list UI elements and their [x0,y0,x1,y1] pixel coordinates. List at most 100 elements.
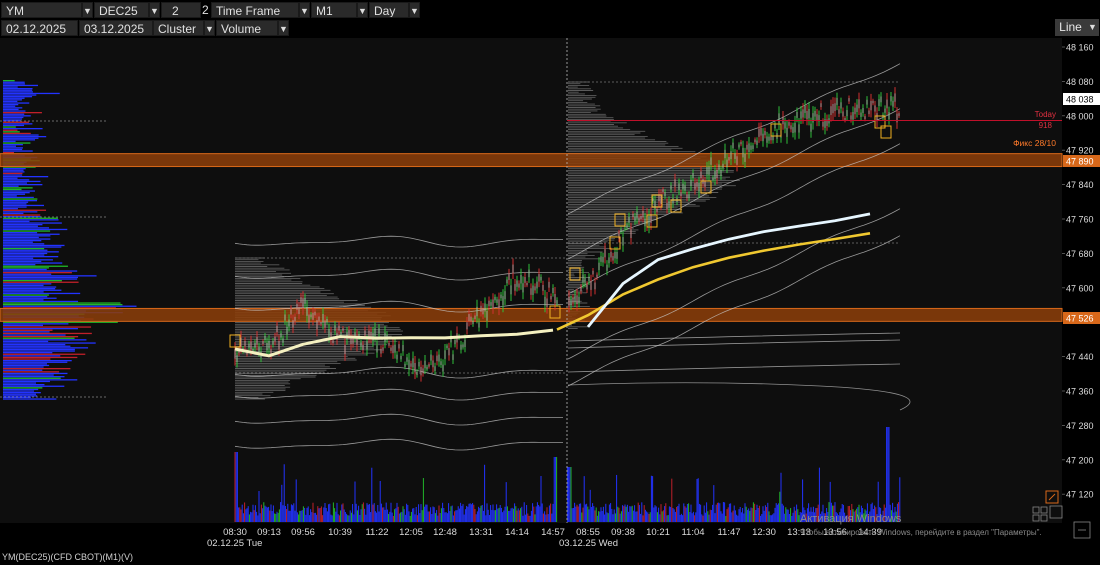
left-volume-bar [3,112,42,114]
chevron-down-icon[interactable]: ▼ [204,20,215,36]
left-volume-bar [3,235,51,237]
time-tick-label: 12:30 [752,527,776,538]
left-volume-bar [3,180,41,183]
left-volume-bar [3,147,23,149]
left-volume-bar [3,368,71,370]
left-volume-bar [3,198,38,200]
left-volume-bar [3,228,68,231]
left-volume-bar [3,236,39,239]
left-volume-bar [3,217,58,219]
left-volume-bar [3,123,33,125]
left-volume-bar [3,113,25,115]
left-volume-bar [3,102,30,104]
left-volume-bar [3,334,66,336]
chevron-down-icon[interactable]: ▼ [357,2,368,18]
price-chart[interactable]: 48 160 48 080 48 000 47 920 47 840 47 760 47 6… [0,38,1100,550]
left-volume-bar [3,347,89,349]
left-volume-bar [3,124,25,127]
left-volume-bar [3,224,43,226]
left-volume-bar [3,297,57,299]
left-volume-bar [3,348,75,351]
left-volume-bar [3,132,31,135]
status-bar: YM(DEC25)(CFD CBOT)(M1)(V) [0,550,1100,565]
left-volume-bar [3,115,31,117]
chevron-down-icon[interactable]: ▼ [299,2,310,18]
windows-watermark-subtitle: Чтобы активировать Windows, перейдите в … [800,528,1042,537]
left-volume-bar [3,280,62,282]
left-volume-bar [3,171,25,173]
left-volume-bar [3,97,25,99]
chevron-down-icon[interactable]: ▼ [82,2,93,18]
left-volume-bar [3,225,38,227]
left-volume-bar [3,220,30,223]
left-volume-bar [3,275,97,277]
left-volume-bar [3,208,18,210]
left-volume-bar [3,294,49,296]
left-volume-bar [3,83,25,85]
today-label: Today [1035,110,1056,119]
price-tick-label: 47 760 [1066,215,1094,225]
time-tick-label: 14:57 [541,527,565,538]
left-volume-bar [3,209,47,211]
chevron-down-icon[interactable]: ▼ [1086,19,1099,36]
left-volume-bar [3,272,72,274]
left-volume-bar [3,174,23,176]
chart-style-select[interactable]: Line [1055,19,1086,36]
left-volume-bar [3,126,16,128]
left-volume-bar [3,358,51,360]
left-volume-bar [3,169,24,171]
left-volume-bar [3,340,49,343]
left-volume-bar [3,259,53,261]
left-volume-bar [3,246,62,248]
left-volume-bar [3,148,23,151]
date-label-day1: 02.12.25 Tue [207,538,262,549]
interval-select[interactable]: M1 [311,2,357,18]
left-volume-bar [3,289,62,291]
left-volume-bar [3,88,33,90]
symbol-select[interactable]: YM [1,2,82,18]
left-volume-bar [3,380,50,383]
left-volume-bar [3,211,38,213]
left-volume-bar [3,267,49,269]
left-volume-bar [3,118,23,120]
left-volume-bar [3,366,44,368]
left-volume-bar [3,105,16,107]
contract-select[interactable]: DEC25 [94,2,149,18]
range-select[interactable]: Day [369,2,409,18]
left-volume-bar [3,144,23,146]
left-volume-bar [3,361,68,363]
left-volume-bar [3,128,43,130]
date-to-input[interactable]: 03.12.2025 [79,20,153,36]
plot-background [0,38,1062,523]
chevron-down-icon[interactable]: ▼ [409,2,420,18]
time-tick-label: 10:39 [328,527,352,538]
left-volume-bar [3,185,19,187]
chevron-down-icon[interactable]: ▼ [149,2,160,18]
left-volume-bar [3,395,38,397]
left-volume-bar [3,227,50,229]
left-volume-bar [3,332,92,335]
date-from-input[interactable]: 02.12.2025 [1,20,78,36]
left-volume-bar [3,331,50,333]
chevron-down-icon[interactable]: ▼ [278,20,289,36]
left-volume-bar [3,129,18,131]
left-volume-bar [3,206,27,208]
left-volume-bar [3,204,44,207]
chart-mode-select[interactable]: Cluster [153,20,204,36]
left-volume-bar [3,254,45,256]
left-volume-bar [3,286,57,288]
time-tick-label: 09:13 [257,527,281,538]
left-volume-bar [3,192,30,194]
left-volume-bar [3,382,37,384]
price-zone-1 [0,153,1063,168]
left-volume-bar [3,104,19,106]
left-volume-bar [3,342,96,344]
left-volume-bar [3,203,27,205]
left-volume-bar [3,137,39,139]
left-volume-bar [3,222,62,224]
cluster-value-select[interactable]: Volume [216,20,278,36]
timeframe-select[interactable]: Time Frame [211,2,299,18]
left-volume-bar [3,152,14,154]
left-volume-bar [3,377,61,379]
period-input[interactable]: 2 [161,2,201,18]
